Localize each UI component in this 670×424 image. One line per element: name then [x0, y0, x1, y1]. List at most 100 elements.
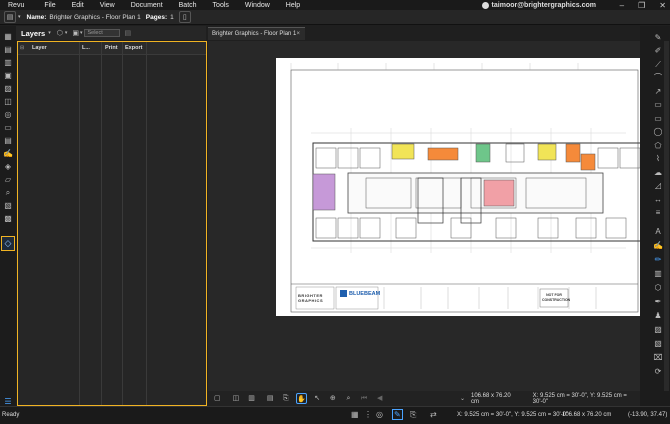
layers-panel: ⊟ Layer L... Print Export [17, 41, 207, 406]
construction-stamp: NOT FOR CONSTRUCTION [542, 293, 571, 302]
menu-document[interactable]: Document [131, 2, 163, 9]
chevron-down-icon[interactable]: ▾ [48, 30, 51, 36]
continuous-icon[interactable]: ▥ [246, 393, 257, 404]
chevron-down-icon[interactable]: ▾ [18, 14, 21, 20]
col-lock[interactable]: L... [82, 45, 90, 51]
shape-icon[interactable]: ⬡ [652, 282, 664, 294]
pan-icon[interactable]: ✋ [296, 393, 307, 404]
polyline-icon[interactable]: ⌇ [652, 153, 664, 165]
links-icon[interactable]: ▱ [2, 174, 14, 186]
arc-icon[interactable]: ⌒ [652, 72, 664, 84]
cloud-icon[interactable]: ☁ [652, 167, 664, 179]
snapshot-icon[interactable]: ▧ [652, 338, 664, 350]
status-xy: (-13.90, 37.47) [628, 412, 668, 418]
clip-icon[interactable]: ⌧ [652, 352, 664, 364]
select-text-icon[interactable]: ▤ [265, 393, 276, 404]
menu-file[interactable]: File [44, 2, 55, 9]
polygon-icon[interactable]: ⬠ [652, 140, 664, 152]
drawing-sheet[interactable]: BRIGHTER GRAPHICS BLUEBEAM NOT FOR CONST… [276, 58, 644, 316]
pen-icon[interactable]: ✎ [652, 32, 664, 44]
bookmarks-icon[interactable]: ▤ [2, 44, 14, 56]
col-print[interactable]: Print [105, 45, 118, 51]
chevron-down-icon[interactable]: ▾ [65, 30, 68, 36]
layers-options-icon[interactable]: ⬡ [57, 29, 63, 37]
expand-all-icon[interactable]: ⊟ [20, 45, 24, 51]
spaces-icon[interactable]: ▧ [2, 200, 14, 212]
markup-snap-icon[interactable]: ✎ [392, 409, 403, 420]
zoom-icon[interactable]: ⌕ [343, 393, 354, 404]
menu-help[interactable]: Help [286, 2, 300, 9]
search-icon[interactable]: ⌕ [2, 187, 14, 199]
document-menu-icon[interactable]: ▤ [4, 11, 16, 23]
ellipse-icon[interactable]: ◯ [652, 126, 664, 138]
close-icon[interactable]: ✕ [659, 1, 666, 10]
snap-icon[interactable]: ⋮ [364, 410, 372, 419]
page-thumbnail-icon[interactable]: ▯ [178, 11, 191, 23]
measure-icon[interactable]: ✏ [652, 254, 664, 266]
document-tab[interactable]: Brighter Graphics - Floor Plan 1 × [208, 27, 305, 40]
user-icon[interactable]: ♟ [652, 310, 664, 322]
minimize-icon[interactable]: – [620, 1, 624, 10]
grid-icon[interactable]: ▦ [351, 410, 359, 419]
layers-tab-active[interactable]: ◇ [1, 236, 15, 251]
chevron-down-icon[interactable]: ▾ [80, 30, 83, 36]
sync-icon[interactable]: ⇄ [430, 410, 437, 419]
properties-icon[interactable]: ▤ [2, 135, 14, 147]
name-label: Name: [26, 13, 47, 21]
menu-batch[interactable]: Batch [179, 2, 197, 9]
document-name[interactable]: Brighter Graphics - Floor Plan 1 [49, 14, 140, 21]
vertical-scrollbar[interactable] [664, 41, 669, 391]
rectangle-icon[interactable]: ▭ [652, 99, 664, 111]
layer-filter-icon[interactable]: ▣ [72, 29, 79, 37]
menu-tools[interactable]: Tools [213, 2, 229, 9]
tool-chest-icon[interactable]: ▨ [2, 83, 14, 95]
rectangle-icon[interactable]: ▭ [652, 113, 664, 125]
tags-icon[interactable]: ◈ [2, 161, 14, 173]
stamp-icon[interactable]: ▥ [652, 268, 664, 280]
text-box-icon[interactable]: A [652, 226, 664, 238]
forms-icon[interactable]: ▭ [2, 122, 14, 134]
hyperlink-icon[interactable]: ⟳ [652, 366, 664, 378]
prev-page-icon[interactable]: ◀ [374, 393, 385, 404]
chevron-down-icon[interactable]: ⌄ [460, 395, 465, 402]
close-tab-icon[interactable]: × [296, 31, 300, 37]
menu-edit[interactable]: Edit [72, 2, 84, 9]
split-view-icon[interactable]: ◫ [231, 393, 242, 404]
pages-label: Pages: [145, 13, 168, 21]
arrow-icon[interactable]: ↗ [652, 86, 664, 98]
restore-icon[interactable]: ❐ [638, 1, 645, 10]
single-page-icon[interactable]: ▢ [212, 393, 223, 404]
menu-window[interactable]: Window [245, 2, 270, 9]
reuse-icon[interactable]: ⎘ [410, 410, 416, 420]
content-snap-icon[interactable]: ◎ [376, 410, 383, 419]
studio-icon[interactable]: ▣ [2, 70, 14, 82]
thumbnails-icon[interactable]: ▦ [2, 31, 14, 43]
file-access-icon[interactable]: ▥ [2, 57, 14, 69]
select-dropdown[interactable]: Select [84, 29, 121, 37]
col-layer[interactable]: Layer [32, 45, 47, 51]
sketch-icon[interactable]: ✒ [652, 296, 664, 308]
snapshot-icon[interactable]: ⎘ [281, 393, 292, 404]
sets-icon[interactable]: ▩ [2, 213, 14, 225]
user-account[interactable]: taimoor@brightergraphics.com [481, 0, 596, 10]
select-icon[interactable]: ↖ [312, 393, 323, 404]
callout-icon[interactable]: ✍ [652, 240, 664, 252]
zoom-in-icon[interactable]: ⊕ [327, 393, 338, 404]
window-controls: – ❐ ✕ [620, 0, 666, 10]
layers-table-header: ⊟ Layer L... Print Export [18, 42, 206, 55]
area-icon[interactable]: ◿ [652, 180, 664, 192]
dimension-icon[interactable]: ↔ [652, 194, 664, 206]
first-page-icon[interactable]: ⏮ [359, 393, 370, 404]
highlighter-icon[interactable]: ✐ [652, 45, 664, 57]
count-icon[interactable]: ≡ [652, 207, 664, 219]
menu-view[interactable]: View [100, 2, 115, 9]
signatures-icon[interactable]: ✍ [2, 148, 14, 160]
menu-revu[interactable]: Revu [8, 2, 24, 9]
layer-settings-icon[interactable]: ▤ [124, 29, 131, 37]
layers-panel-header: Layers ▾ ⬡ ▾ ▣ ▾ Select ▤ [16, 26, 206, 40]
col-export[interactable]: Export [125, 45, 142, 51]
image-icon[interactable]: ▨ [652, 324, 664, 336]
markups-icon[interactable]: ◫ [2, 96, 14, 108]
measurements-icon[interactable]: ◎ [2, 109, 14, 121]
line-icon[interactable]: ⟋ [652, 59, 664, 71]
